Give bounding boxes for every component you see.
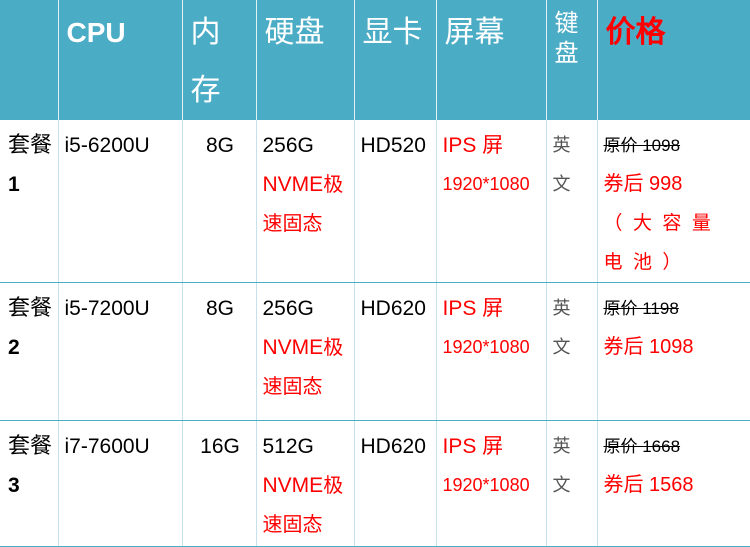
package-cell: 套餐 1 (0, 120, 59, 283)
table-row: 套餐 2 i5-7200U 8G 256G NVME极 速固态 HD620 IPS … (0, 282, 750, 421)
screen-resolution: 1920*1080 (442, 475, 530, 495)
cpu-cell: i5-7200U (58, 282, 183, 421)
keyboard-line2: 文 (552, 337, 571, 358)
disk-size: 256G (262, 134, 314, 157)
package-number: 2 (8, 336, 20, 359)
disk-speed-b: 速固态 (262, 512, 323, 536)
memory-cell: 16G (182, 420, 257, 547)
price-deal: 券后 1568 (603, 474, 694, 496)
header-disk: 硬盘 (256, 0, 355, 120)
package-number: 1 (8, 173, 20, 196)
header-keyboard: 键盘 (546, 0, 598, 120)
package-label: 套餐 (8, 133, 53, 158)
screen-type: IPS 屏 (442, 297, 504, 320)
disk-cell: 256G NVME极 速固态 (256, 282, 355, 421)
disk-size: 256G (262, 297, 314, 320)
disk-type: NVME (262, 474, 324, 497)
disk-cell: 512G NVME极 速固态 (256, 420, 355, 547)
disk-speed-a: 极 (323, 473, 344, 497)
header-row: CPU 内存 硬盘 显卡 屏幕 键盘 价格 (0, 0, 750, 120)
package-label: 套餐 (8, 434, 53, 459)
header-keyboard-line1: 键 (554, 9, 579, 37)
keyboard-line1: 英 (552, 298, 571, 319)
header-keyboard-line2: 盘 (554, 39, 579, 67)
header-memory-line2: 存 (190, 73, 221, 108)
price-original: 原价 1668 (603, 437, 681, 456)
package-number: 3 (8, 474, 20, 497)
price-original: 原价 1098 (603, 136, 681, 155)
cpu-cell: i7-7600U (58, 420, 183, 547)
table-row: 套餐 1 i5-6200U 8G 256G NVME极 速固态 HD520 IPS … (0, 120, 750, 283)
table-row: 套餐 3 i7-7600U 16G 512G NVME极 速固态 HD620 IPS… (0, 420, 750, 547)
price-deal: 券后 998 (603, 173, 683, 195)
header-memory: 内存 (182, 0, 257, 120)
spec-table: CPU 内存 硬盘 显卡 屏幕 键盘 价格 套餐 1 i5-6200U 8G 2… (0, 0, 750, 547)
price-cell: 原价 1668 券后 1568 (597, 420, 750, 547)
keyboard-cell: 英文 (546, 120, 598, 283)
price-cell: 原价 1198 券后 1098 (597, 282, 750, 421)
screen-resolution: 1920*1080 (442, 337, 530, 357)
screen-resolution: 1920*1080 (442, 174, 530, 194)
disk-speed-b: 速固态 (262, 374, 323, 398)
keyboard-line1: 英 (552, 135, 571, 156)
screen-cell: IPS 屏 1920*1080 (436, 282, 547, 421)
table-header: CPU 内存 硬盘 显卡 屏幕 键盘 价格 (0, 0, 750, 120)
gpu-cell: HD620 (354, 282, 437, 421)
keyboard-line2: 文 (552, 475, 571, 496)
disk-speed-a: 极 (323, 172, 344, 196)
disk-cell: 256G NVME极 速固态 (256, 120, 355, 283)
header-cpu: CPU (58, 0, 183, 120)
price-original: 原价 1198 (603, 299, 679, 318)
keyboard-line1: 英 (552, 436, 571, 457)
table-body: 套餐 1 i5-6200U 8G 256G NVME极 速固态 HD520 IPS … (0, 120, 750, 547)
disk-size: 512G (262, 435, 314, 458)
gpu-cell: HD520 (354, 120, 437, 283)
screen-cell: IPS 屏 1920*1080 (436, 120, 547, 283)
package-cell: 套餐 2 (0, 282, 59, 421)
header-gpu: 显卡 (354, 0, 437, 120)
screen-type: IPS 屏 (442, 435, 504, 458)
header-screen: 屏幕 (436, 0, 547, 120)
screen-type: IPS 屏 (442, 134, 504, 157)
header-package (0, 0, 59, 120)
memory-cell: 8G (182, 282, 257, 421)
header-memory-line1: 内 (190, 15, 221, 50)
price-cell: 原价 1098 券后 998 （大容量电池） (597, 120, 750, 283)
cpu-cell: i5-6200U (58, 120, 183, 283)
keyboard-cell: 英文 (546, 420, 598, 547)
memory-cell: 8G (182, 120, 257, 283)
disk-type: NVME (262, 173, 324, 196)
disk-type: NVME (262, 336, 324, 359)
disk-speed-b: 速固态 (262, 211, 323, 235)
keyboard-cell: 英文 (546, 282, 598, 421)
gpu-cell: HD620 (354, 420, 437, 547)
disk-speed-a: 极 (323, 335, 344, 359)
package-label: 套餐 (8, 296, 53, 321)
price-deal: 券后 1098 (603, 336, 694, 358)
header-price: 价格 (597, 0, 750, 120)
keyboard-line2: 文 (552, 174, 571, 195)
price-note: （大容量电池） (603, 212, 722, 273)
package-cell: 套餐 3 (0, 420, 59, 547)
screen-cell: IPS 屏 1920*1080 (436, 420, 547, 547)
